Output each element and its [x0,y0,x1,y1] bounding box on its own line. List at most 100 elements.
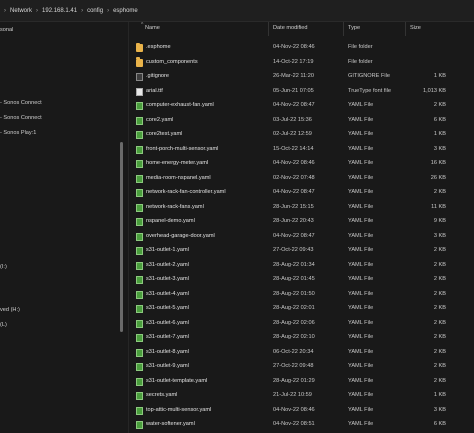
chevron-right-icon[interactable]: › [4,8,6,14]
file-date: 15-Oct-22 14:14 [273,145,314,152]
file-name: s31-outlet-1.yaml [146,247,189,253]
file-name: overhead-garage-door.yaml [146,232,215,239]
table-row[interactable]: s31-outlet-1.yaml 27-Oct-22 09:43 YAML Fil… [129,244,474,259]
file-type: YAML File [348,406,374,413]
file-size: 1,013 KB [422,87,446,94]
file-date: 28-Aug-22 01:50 [273,290,315,297]
file-icon [136,348,143,357]
table-row[interactable]: network-rack-fans.yaml 28-Jun-22 15:15 YAM… [129,201,474,216]
file-date: 28-Aug-22 02:10 [273,334,315,340]
table-row[interactable]: s31-outlet-6.yaml 28-Aug-22 02:06 YAML Fil… [129,317,474,332]
file-type: YAML File [348,189,374,195]
file-type: YAML File [348,276,374,282]
column-name[interactable]: Name [145,25,160,31]
table-row[interactable]: overhead-garage-door.yaml 04-Nov-22 08:47… [129,230,474,245]
table-row[interactable]: top-attic-multi-sensor.yaml 04-Nov-22 08:… [129,404,474,419]
sort-up-icon: ^ [141,22,144,28]
file-name: .esphome [146,44,171,50]
table-row[interactable]: .esphome 04-Nov-22 08:46 File folder [129,41,474,56]
nav-scrollbar[interactable] [120,142,123,332]
table-row[interactable]: s31-outlet-9.yaml 27-Oct-22 09:48 YAML Fil… [129,360,474,375]
file-size: 3 KB [433,406,446,413]
file-date: 04-Nov-22 08:46 [273,406,315,413]
nav-item[interactable]: (I:) [0,264,7,270]
table-row[interactable]: core2test.yaml 02-Jul-22 12:59 YAML File 1 … [129,128,474,143]
table-row[interactable]: water-softener.yaml 04-Nov-22 08:51 YAML F… [129,418,474,433]
file-date: 28-Jun-22 20:43 [273,218,314,224]
table-row[interactable]: .gitignore 26-Mar-22 11:20 GITIGNORE File 1… [129,70,474,85]
column-divider[interactable] [343,22,344,36]
file-size: 3 KB [433,145,446,152]
file-icon [136,290,143,299]
table-row[interactable]: s31-outlet-8.yaml 06-Oct-22 20:34 YAML Fil… [129,346,474,361]
chevron-right-icon[interactable]: › [36,8,38,14]
table-row[interactable]: nspanel-demo.yaml 28-Jun-22 20:43 YAML Fil… [129,215,474,230]
file-date: 14-Oct-22 17:19 [273,58,314,65]
nav-item[interactable]: - Sonos Connect [0,100,42,106]
file-date: 04-Nov-22 08:47 [273,102,315,108]
address-bar[interactable]: › Network › 192.168.1.41 › config › esph… [0,0,474,22]
file-name: .gitignore [146,73,170,79]
file-size: 16 KB [430,160,446,166]
table-row[interactable]: custom_components 14-Oct-22 17:19 File fol… [129,56,474,71]
file-icon [136,377,143,386]
table-row[interactable]: s31-outlet-5.yaml 28-Aug-22 02:01 YAML Fil… [129,302,474,317]
table-row[interactable]: core2.yaml 03-Jul-22 15:36 YAML File 6 KB [129,114,474,129]
table-row[interactable]: s31-outlet-4.yaml 28-Aug-22 01:50 YAML Fil… [129,288,474,303]
table-row[interactable]: home-energy-meter.yaml 04-Nov-22 08:46 YAM… [129,157,474,172]
file-name: s31-outlet-6.yaml [146,319,189,326]
file-size: 2 KB [433,261,446,268]
file-icon [136,392,143,400]
file-icon [136,421,143,429]
column-divider[interactable] [268,22,269,36]
file-name: s31-outlet-3.yaml [146,276,189,282]
column-date[interactable]: Date modified [273,25,308,31]
column-type[interactable]: Type [348,25,360,31]
chevron-right-icon[interactable]: › [81,8,83,14]
file-name: top-attic-multi-sensor.yaml [146,406,212,413]
crumb-config[interactable]: config [87,8,103,14]
column-headers: ^ Name Date modified Type Size [129,22,474,36]
file-date: 28-Jun-22 15:15 [273,203,314,210]
nav-item[interactable]: - Sonos Play:1 [0,130,36,136]
table-row[interactable]: s31-outlet-2.yaml 28-Aug-22 01:34 YAML Fil… [129,259,474,274]
table-row[interactable]: s31-outlet-3.yaml 28-Aug-22 01:45 YAML Fil… [129,273,474,288]
breadcrumb[interactable]: › Network › 192.168.1.41 › config › esph… [2,3,472,18]
file-size: 2 KB [433,247,446,253]
file-icon [136,160,143,168]
file-size: 2 KB [433,348,446,355]
table-row[interactable]: secrets.yaml 21-Jul-22 10:59 YAML File 1 KB [129,389,474,404]
file-icon [136,87,143,96]
nav-item[interactable]: - Sonos Connect [0,115,42,121]
table-row[interactable]: s31-outlet-7.yaml 28-Aug-22 02:10 YAML Fil… [129,331,474,346]
column-divider[interactable] [405,22,406,36]
crumb-esphome[interactable]: esphome [113,8,138,14]
file-icon [136,363,143,371]
file-type: YAML File [348,145,374,152]
file-name: core2.yaml [146,116,174,123]
file-type: YAML File [348,247,374,253]
column-size[interactable]: Size [410,25,421,31]
nav-item[interactable]: (L) [0,322,7,328]
file-icon [136,203,143,212]
table-row[interactable]: arial.ttf 05-Jun-21 07:05 TrueType font fi… [129,85,474,100]
file-icon [136,131,143,139]
table-row[interactable]: media-room-nspanel.yaml 02-Nov-22 07:48 YA… [129,172,474,187]
nav-item[interactable]: sonal [0,27,13,33]
table-row[interactable]: computer-exhaust-fan.yaml 04-Nov-22 08:47… [129,99,474,114]
table-row[interactable]: s31-outlet-template.yaml 28-Aug-22 01:29 Y… [129,375,474,390]
file-date: 28-Aug-22 01:34 [273,261,315,268]
file-date: 02-Nov-22 07:48 [273,174,315,181]
nav-item[interactable]: ved (H:) [0,307,20,313]
file-type: YAML File [348,305,374,311]
file-type: YAML File [348,392,374,398]
chevron-right-icon[interactable]: › [107,8,109,14]
crumb-host[interactable]: 192.168.1.41 [42,8,77,14]
file-date: 21-Jul-22 10:59 [273,392,312,398]
file-icon [136,174,143,183]
table-row[interactable]: front-porch-multi-sensor.yaml 15-Oct-22 1… [129,143,474,158]
crumb-network[interactable]: Network [10,8,32,14]
file-date: 28-Aug-22 02:06 [273,319,315,326]
file-size: 2 KB [433,334,446,340]
table-row[interactable]: network-rack-fan-controller.yaml 04-Nov-2… [129,186,474,201]
